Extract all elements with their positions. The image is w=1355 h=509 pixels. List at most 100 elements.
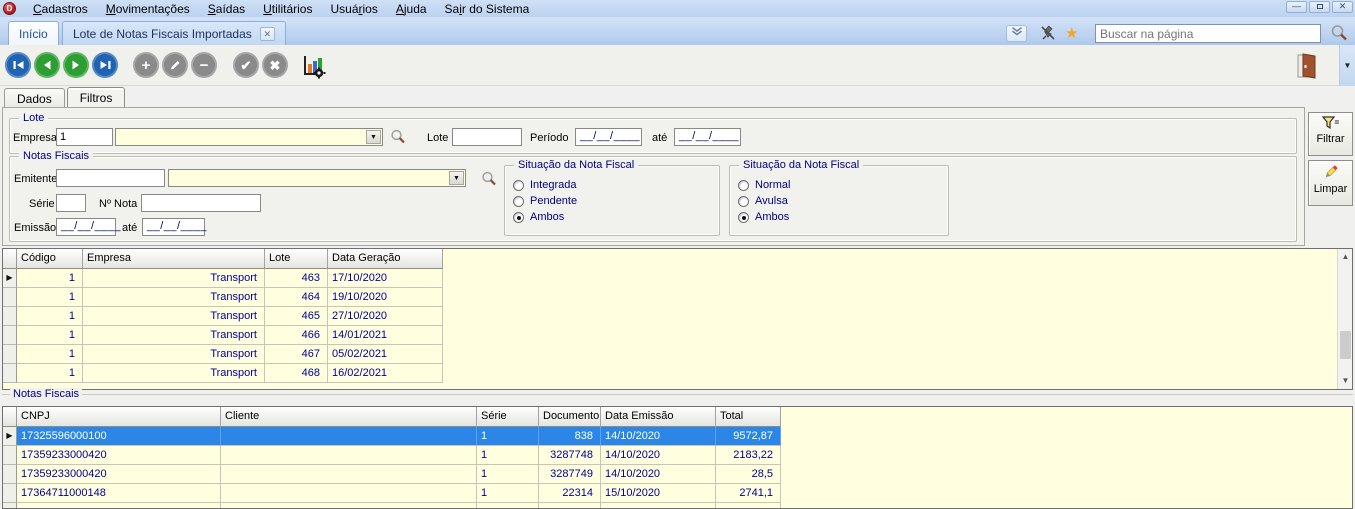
filtrar-button[interactable]: = Filtrar <box>1308 112 1353 156</box>
chevron-down-icon[interactable] <box>1006 25 1027 42</box>
search-input[interactable] <box>1095 24 1321 43</box>
col-documento[interactable]: Documento <box>539 407 601 427</box>
scroll-up-icon[interactable]: ▲ <box>1338 249 1353 265</box>
tab-filtros[interactable]: Filtros <box>67 87 126 108</box>
table-row[interactable]: ▶ 1 Transport 463 17/10/2020 <box>3 269 444 288</box>
table-row[interactable] <box>3 503 782 509</box>
radio-normal[interactable] <box>738 180 749 191</box>
table-row-selected[interactable]: ▶ 17325596000100 1 838 14/10/2020 9572,8… <box>3 427 782 446</box>
col-data-geracao[interactable]: Data Geração <box>328 249 443 269</box>
menu-usuarios[interactable]: Usuários <box>321 1 386 17</box>
restore-button[interactable] <box>1309 1 1330 13</box>
emitente-code-input[interactable] <box>56 169 165 187</box>
first-record-button[interactable] <box>5 52 31 78</box>
radio-ambos-2[interactable] <box>738 212 749 223</box>
empresa-combo[interactable]: ▼ <box>115 128 383 146</box>
tab-close-icon[interactable]: ✕ <box>260 27 275 41</box>
menu-saidas[interactable]: Saídas <box>199 1 254 17</box>
radio-integrada[interactable] <box>513 180 524 191</box>
col-serie[interactable]: Série <box>477 407 539 427</box>
situacao1-title: Situação da Nota Fiscal <box>514 159 638 171</box>
next-record-button[interactable] <box>63 52 89 78</box>
emissao-to-input[interactable]: __/__/____ <box>142 218 205 236</box>
delete-record-button[interactable]: − <box>191 52 217 78</box>
scrollbar-thumb[interactable] <box>1340 331 1351 359</box>
menu-movimentacoes[interactable]: Movimentações <box>97 1 199 17</box>
app-icon[interactable]: D <box>3 2 16 15</box>
col-empresa[interactable]: Empresa <box>83 249 265 269</box>
toolbar-more-dropdown[interactable]: ▼ <box>1339 45 1355 86</box>
periodo-from-input[interactable]: __/__/____ <box>575 128 642 146</box>
table-row[interactable]: 1 Transport 467 05/02/2021 <box>3 345 444 364</box>
cancel-button[interactable]: ✖ <box>262 52 288 78</box>
numero-nota-input[interactable] <box>141 194 261 212</box>
emitente-lookup-icon[interactable] <box>481 171 497 187</box>
col-cnpj[interactable]: CNPJ <box>17 407 221 427</box>
cell: 464 <box>265 288 328 307</box>
table-row[interactable]: 1 Transport 465 27/10/2020 <box>3 307 444 326</box>
col-lote[interactable]: Lote <box>265 249 328 269</box>
previous-record-button[interactable] <box>34 52 60 78</box>
window-controls: — ✕ <box>1286 1 1353 13</box>
cell: 2741,1 <box>716 484 781 503</box>
empresa-lookup-icon[interactable] <box>390 129 406 145</box>
col-total[interactable]: Total <box>716 407 781 427</box>
scroll-down-icon[interactable]: ▼ <box>1338 373 1353 389</box>
cell: 05/02/2021 <box>328 345 443 364</box>
add-record-button[interactable]: + <box>133 52 159 78</box>
table-row[interactable]: 1 Transport 464 19/10/2020 <box>3 288 444 307</box>
table-row[interactable]: 17359233000420 1 3287748 14/10/2020 2183… <box>3 446 782 465</box>
table-row[interactable]: 1 Transport 466 14/01/2021 <box>3 326 444 345</box>
cell: 17325596000100 <box>17 427 221 446</box>
table-row[interactable]: 1 Transport 468 16/02/2021 <box>3 364 444 383</box>
tab-dados[interactable]: Dados <box>4 88 65 108</box>
confirm-button[interactable]: ✔ <box>233 52 259 78</box>
search-icon[interactable] <box>1330 24 1346 40</box>
periodo-to-input[interactable]: __/__/____ <box>674 128 741 146</box>
favorite-star-icon[interactable]: ★ <box>1065 24 1078 42</box>
tab-lote-notas-fiscais[interactable]: Lote de Notas Fiscais Importadas ✕ <box>62 21 286 45</box>
cell: 1 <box>17 288 83 307</box>
lote-input[interactable] <box>452 128 522 146</box>
cell: 467 <box>265 345 328 364</box>
vertical-scrollbar[interactable]: ▲ ▼ <box>1337 249 1352 389</box>
radio-ambos-1[interactable] <box>513 212 524 223</box>
application-window: D Cadastros Movimentações Saídas Utilitá… <box>0 0 1355 509</box>
emissao-from-input[interactable]: __/__/____ <box>56 218 116 236</box>
menu-cadastros[interactable]: Cadastros <box>24 1 97 17</box>
table-row[interactable]: 17359233000420 1 3287749 14/10/2020 28,5 <box>3 465 782 484</box>
table-row[interactable]: 17364711000148 1 22314 15/10/2020 2741,1 <box>3 484 782 503</box>
col-codigo[interactable]: Código <box>17 249 83 269</box>
col-cliente[interactable]: Cliente <box>221 407 477 427</box>
menu-sair-do-sistema[interactable]: Sair do Sistema <box>436 1 539 17</box>
menu-ajuda[interactable]: Ajuda <box>387 1 436 17</box>
notas-fiscais-grid-title: Notas Fiscais <box>10 388 82 400</box>
combo-arrow-icon[interactable]: ▼ <box>449 171 464 185</box>
edit-record-button[interactable] <box>162 52 188 78</box>
filters-panel: Lote Empresa ▼ Lote Período __/__/____ a… <box>2 107 1305 246</box>
emitente-combo[interactable]: ▼ <box>168 169 466 187</box>
radio-avulsa-label: Avulsa <box>755 195 788 207</box>
pin-disabled-icon[interactable] <box>1040 25 1056 44</box>
tab-inicio[interactable]: Início <box>8 21 59 45</box>
cell: 1 <box>17 269 83 288</box>
radio-pendente[interactable] <box>513 196 524 207</box>
exit-door-icon[interactable] <box>1293 51 1321 80</box>
cell <box>221 446 477 465</box>
close-button[interactable]: ✕ <box>1332 1 1353 13</box>
cell: Transport <box>83 307 265 326</box>
empresa-code-input[interactable] <box>56 128 113 146</box>
cell: 1 <box>17 345 83 364</box>
cell: 27/10/2020 <box>328 307 443 326</box>
cell <box>221 465 477 484</box>
serie-input[interactable] <box>56 194 86 212</box>
radio-avulsa[interactable] <box>738 196 749 207</box>
minimize-button[interactable]: — <box>1286 1 1307 13</box>
last-record-button[interactable] <box>92 52 118 78</box>
menu-utilitarios[interactable]: Utilitários <box>254 1 321 17</box>
combo-arrow-icon[interactable]: ▼ <box>366 130 381 144</box>
limpar-button[interactable]: Limpar <box>1308 160 1353 206</box>
cell: 15/10/2020 <box>601 484 716 503</box>
col-data-emissao[interactable]: Data Emissão <box>601 407 716 427</box>
chart-settings-icon[interactable] <box>300 53 326 79</box>
